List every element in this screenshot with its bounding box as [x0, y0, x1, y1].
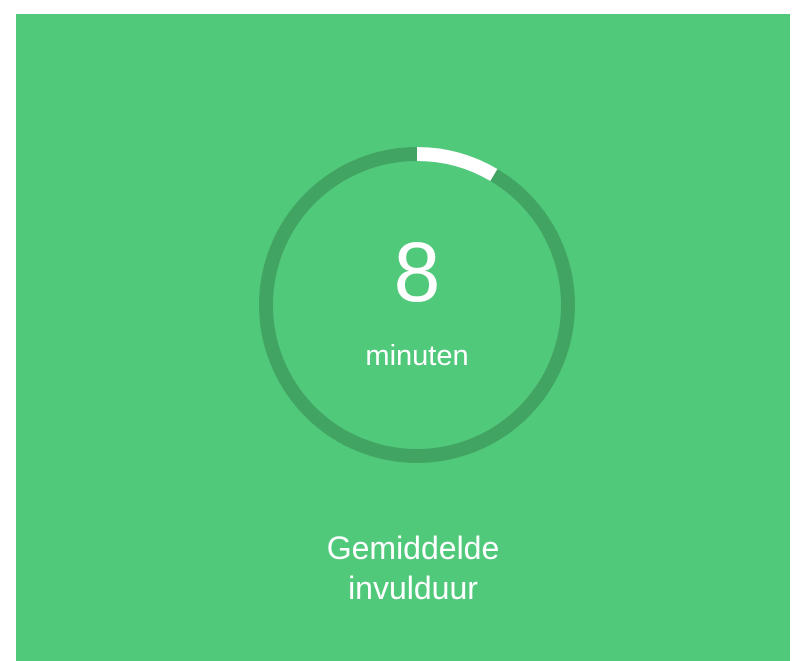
- caption-line-1: Gemiddelde: [326, 530, 500, 566]
- progress-ring: 8 minuten: [252, 140, 582, 470]
- caption-line-2: invulduur: [348, 570, 478, 606]
- stat-unit: minuten: [365, 340, 469, 372]
- stat-card: 8 minuten Gemiddelde invulduur: [16, 14, 790, 661]
- stat-value: 8: [393, 225, 441, 319]
- stat-caption: Gemiddelde invulduur: [16, 528, 793, 608]
